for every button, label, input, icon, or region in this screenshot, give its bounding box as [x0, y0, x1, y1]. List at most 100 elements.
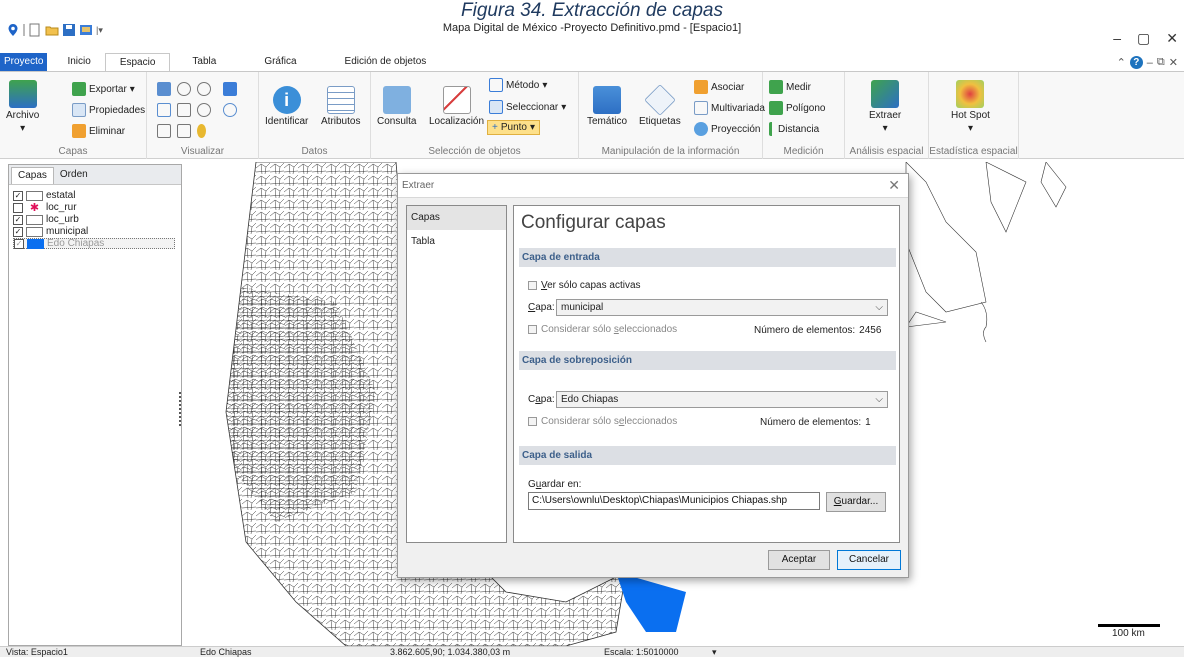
group-label-analisis: Análisis espacial — [849, 146, 924, 157]
localizacion-button[interactable]: Localización — [429, 86, 484, 127]
info-point-icon[interactable] — [197, 124, 206, 138]
tab-inicio[interactable]: Inicio — [53, 53, 104, 72]
medir-button[interactable]: Medir — [769, 80, 811, 94]
capa-entrada-select[interactable]: municipal ⌵ — [556, 299, 888, 316]
layer-checkbox[interactable]: ✓ — [13, 190, 23, 201]
distancia-label: Distancia — [778, 123, 820, 135]
propiedades-button[interactable]: Propiedades — [72, 103, 145, 117]
section-capa-salida: Capa de salida — [519, 446, 896, 465]
checkbox-box — [528, 417, 537, 426]
extraer-button[interactable]: Extraer ▾ — [869, 80, 901, 134]
seleccionar-label: Seleccionar — [506, 101, 559, 113]
considerar-sobreposicion-checkbox[interactable]: Considerar sólo seleccionados — [528, 416, 677, 427]
seleccionar-button[interactable]: Seleccionar ▾ — [489, 100, 566, 114]
zoom-previous-icon[interactable] — [157, 124, 171, 138]
tematico-button[interactable]: Temático — [587, 86, 627, 127]
multivariada-button[interactable]: Multivariada — [694, 101, 765, 115]
zoom-extent-icon[interactable] — [177, 103, 191, 117]
minimize-button[interactable]: – — [1113, 30, 1121, 47]
magnifier-icon[interactable] — [197, 103, 211, 117]
zoom-in-icon[interactable] — [177, 82, 191, 96]
tab-grafica[interactable]: Gráfica — [250, 53, 310, 72]
layer-checkbox[interactable] — [13, 202, 23, 213]
window-title: Mapa Digital de México -Proyecto Definit… — [442, 22, 742, 34]
distancia-button[interactable]: Distancia — [769, 122, 819, 136]
associate-icon — [694, 80, 708, 94]
poligono-button[interactable]: Polígono — [769, 101, 825, 115]
group-medicion: Medir Polígono Distancia Medición — [763, 72, 845, 159]
chevron-down-icon: ⌵ — [875, 394, 883, 405]
scale-dropdown-icon[interactable]: ▾ — [712, 647, 717, 657]
capa-label: Capa: — [528, 302, 555, 313]
atributos-label: Atributos — [321, 116, 361, 127]
atributos-button[interactable]: Atributos — [321, 86, 360, 127]
layer-item[interactable]: ✓ loc_urb — [13, 214, 181, 225]
archivo-button[interactable]: Archivo ▾ — [6, 80, 39, 134]
layers-stack-icon — [8, 80, 37, 108]
hotspot-map-icon — [956, 80, 985, 108]
group-label-medicion: Medición — [783, 146, 824, 157]
refresh-icon[interactable] — [223, 103, 237, 117]
hotspot-button[interactable]: Hot Spot ▾ — [951, 80, 990, 134]
content-heading: Configurar capas — [521, 212, 666, 233]
exportar-label: Exportar — [89, 83, 127, 95]
zoom-box-icon[interactable] — [157, 103, 171, 117]
layer-checkbox[interactable]: ✓ — [13, 226, 23, 237]
cancelar-button[interactable]: Cancelar — [837, 550, 901, 570]
layer-checkbox[interactable]: ✓ — [14, 238, 24, 249]
zoom-next-icon[interactable] — [177, 124, 191, 138]
label-part: leccionados — [624, 416, 678, 427]
tab-proyecto[interactable]: Proyecto — [0, 53, 48, 72]
layer-item[interactable]: ✱ loc_rur — [13, 202, 181, 213]
identificar-button[interactable]: i Identificar — [265, 86, 308, 127]
proyeccion-button[interactable]: Proyección — [694, 122, 760, 136]
label-rest: pa: — [540, 394, 555, 405]
layer-checkbox[interactable]: ✓ — [13, 214, 23, 225]
restore-button[interactable]: ▢ — [1137, 30, 1150, 47]
medir-label: Medir — [786, 81, 812, 93]
punto-button[interactable]: + Punto ▾ — [487, 120, 541, 135]
nav-tabla[interactable]: Tabla — [407, 230, 506, 254]
aceptar-button[interactable]: Aceptar — [768, 550, 830, 570]
layer-item[interactable]: ✓ municipal — [13, 226, 181, 237]
output-path-input[interactable]: C:\Users\ownlu\Desktop\Chiapas\Municipio… — [528, 492, 820, 510]
map-tools-icon[interactable] — [223, 82, 237, 96]
tab-capas[interactable]: Capas — [11, 167, 54, 184]
tab-orden[interactable]: Orden — [54, 167, 94, 184]
exportar-button[interactable]: Exportar ▾ — [72, 82, 135, 96]
zoom-out-icon[interactable] — [197, 82, 211, 96]
group-manipulacion: Temático Etiquetas Asociar Multivariada … — [579, 72, 765, 159]
ver-activas-checkbox[interactable]: Ver sólo capas activas — [528, 280, 641, 291]
chevron-down-icon: ▾ — [882, 123, 888, 134]
extract-icon — [871, 80, 900, 108]
scale-label: 100 km — [1112, 628, 1145, 639]
consulta-label: Consulta — [377, 116, 417, 127]
num-label: Número de elementos: — [760, 417, 862, 428]
considerar-entrada-checkbox[interactable]: Considerar sólo seleccionados — [528, 324, 677, 335]
consulta-button[interactable]: Consulta — [377, 86, 416, 127]
asociar-button[interactable]: Asociar — [694, 80, 744, 94]
layer-item[interactable]: ✓ Edo Chiapas — [13, 238, 175, 249]
multivariada-label: Multivariada — [711, 102, 765, 114]
label-rest: apa: — [535, 302, 555, 313]
metodo-button[interactable]: Método ▾ — [489, 78, 547, 92]
eliminar-button[interactable]: Eliminar — [72, 124, 125, 138]
nav-capas[interactable]: Capas — [407, 206, 506, 230]
panel-splitter[interactable] — [179, 392, 182, 426]
dialog-titlebar[interactable]: Extraer ✕ — [398, 174, 908, 198]
select-value: municipal — [561, 302, 604, 313]
tab-tabla[interactable]: Tabla — [178, 53, 230, 72]
punto-label: Punto — [500, 122, 527, 133]
tab-espacio[interactable]: Espacio — [104, 53, 171, 72]
guardar-button[interactable]: Guardar... — [826, 492, 886, 512]
layer-item[interactable]: ✓ estatal — [13, 190, 181, 201]
pan-icon[interactable] — [157, 82, 171, 96]
dialog-close-button[interactable]: ✕ — [888, 177, 900, 194]
etiquetas-button[interactable]: Etiquetas — [639, 84, 681, 127]
thematic-map-icon — [593, 86, 621, 114]
capa-sobreposicion-select[interactable]: Edo Chiapas ⌵ — [556, 391, 888, 408]
tab-edicion-objetos[interactable]: Edición de objetos — [331, 53, 441, 72]
capa-entrada-label: Capa: — [528, 302, 555, 313]
close-button[interactable]: ✕ — [1166, 30, 1178, 47]
label-part: ardar en: — [541, 479, 582, 490]
